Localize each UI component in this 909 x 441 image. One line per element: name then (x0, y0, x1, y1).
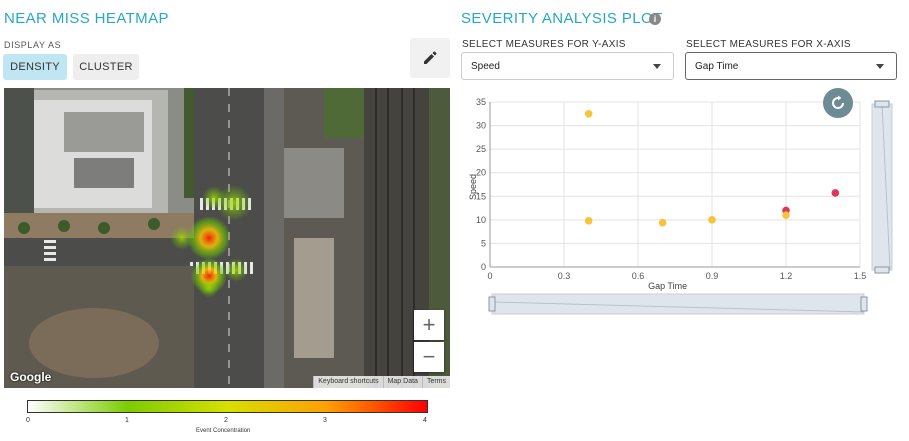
y-axis-selected-value: Speed (471, 60, 500, 72)
minus-icon: − (422, 344, 436, 369)
reset-zoom-button[interactable] (823, 88, 853, 118)
legend-tick: 2 (224, 417, 228, 424)
slider-handle-top[interactable] (874, 100, 890, 108)
info-icon[interactable]: i (649, 13, 661, 25)
density-button[interactable]: DENSITY (3, 54, 67, 80)
y-tick-label: 35 (476, 97, 486, 107)
heatmap-map[interactable]: + − Google Keyboard shortcuts Map Data T… (4, 88, 450, 388)
pencil-icon (424, 51, 437, 64)
data-point (658, 218, 667, 227)
y-tick-label: 0 (481, 262, 486, 272)
legend-tick: 1 (125, 417, 129, 424)
map-data-link[interactable]: Map Data (382, 376, 422, 388)
slider-handle-right[interactable] (860, 296, 868, 312)
display-as-label: DISPLAY AS (4, 40, 62, 50)
y-axis-select[interactable]: Speed (461, 52, 674, 80)
google-logo: Google (10, 370, 52, 384)
legend-tick: 3 (323, 417, 327, 424)
data-point (708, 216, 716, 224)
edit-button[interactable] (410, 38, 450, 78)
legend-gradient-bar (27, 400, 428, 413)
y-tick-label: 10 (476, 215, 486, 225)
x-axis-title: Gap Time (648, 281, 687, 291)
x-axis-select[interactable]: Gap Time (685, 52, 897, 80)
heatmap-title: NEAR MISS HEATMAP (4, 10, 169, 27)
x-tick-label: 0 (487, 271, 492, 281)
plus-icon: + (422, 312, 436, 337)
y-axis-select-label: SELECT MEASURES FOR Y-AXIS (462, 39, 626, 50)
x-tick-label: 0.3 (558, 271, 571, 281)
y-axis-title: Speed (468, 174, 478, 200)
severity-scatter-chart: 051015202530350 0.3 0.6 0.9 1.2 1.5Gap TimeSp… (468, 97, 867, 291)
data-point (782, 211, 790, 219)
legend-tick: 4 (423, 417, 427, 424)
x-tick-label: 1.5 (854, 271, 867, 281)
keyboard-shortcuts-link[interactable]: Keyboard shortcuts (313, 376, 382, 388)
x-axis-select-label: SELECT MEASURES FOR X-AXIS (686, 39, 851, 50)
satellite-imagery (4, 88, 450, 388)
data-point (831, 189, 840, 197)
x-tick-label: 0.9 (706, 271, 719, 281)
legend-label: Event Concentration (196, 428, 251, 434)
map-footer: Keyboard shortcuts Map Data Terms (313, 376, 450, 388)
chevron-down-icon (653, 64, 661, 69)
y-tick-label: 5 (481, 238, 486, 248)
x-tick-label: 1.2 (780, 271, 793, 281)
cluster-button[interactable]: CLUSTER (73, 54, 139, 80)
x-tick-label: 0.6 (632, 271, 645, 281)
refresh-icon (832, 95, 844, 109)
x-range-slider[interactable] (488, 292, 868, 316)
terms-link[interactable]: Terms (421, 376, 450, 388)
x-axis-selected-value: Gap Time (695, 60, 739, 72)
slider-handle-bottom[interactable] (874, 266, 890, 274)
y-tick-label: 30 (476, 121, 486, 131)
data-point (584, 109, 593, 118)
zoom-in-button[interactable]: + (414, 310, 444, 340)
data-point (584, 217, 593, 225)
y-tick-label: 25 (476, 144, 486, 154)
y-range-slider[interactable] (870, 100, 894, 274)
chevron-down-icon (876, 64, 884, 69)
severity-title: SEVERITY ANALYSIS PLOT (461, 10, 663, 27)
slider-handle-left[interactable] (488, 296, 496, 312)
zoom-out-button[interactable]: − (414, 342, 444, 372)
legend-tick: 0 (26, 417, 30, 424)
